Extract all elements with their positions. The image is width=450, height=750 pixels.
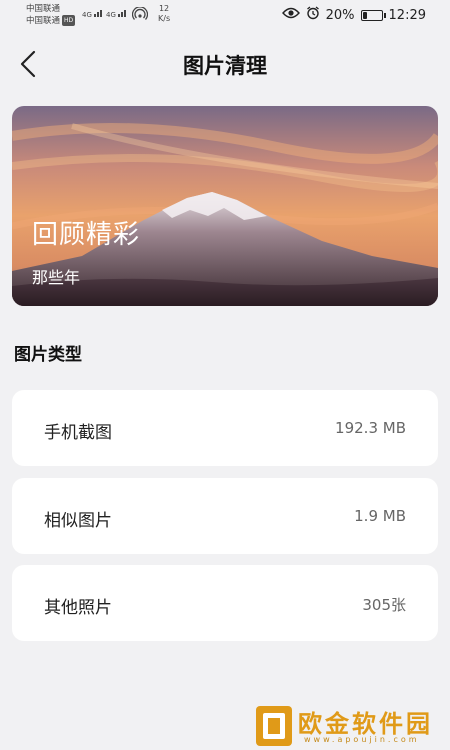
category-label: 其他照片: [44, 598, 112, 618]
alarm-icon: [306, 6, 320, 24]
net-speed-unit: K/s: [158, 14, 171, 23]
eye-icon: [281, 7, 300, 23]
signal-icon: 4G: [106, 8, 128, 19]
net-speed-value: 12: [158, 4, 170, 13]
battery-icon: [360, 9, 386, 21]
carrier-1: 中国联通: [26, 4, 61, 14]
category-other-photos[interactable]: 其他照片 305张: [12, 565, 438, 641]
hd-badge: HD: [62, 15, 76, 26]
category-size: 1.9 MB: [354, 507, 406, 525]
page-title: 图片清理: [183, 54, 267, 78]
watermark-logo-icon: [256, 706, 292, 746]
carrier-2: 中国联通: [26, 16, 61, 26]
net-speed: 12 K/s: [158, 4, 170, 24]
watermark-url: www.apoujin.com: [304, 735, 420, 744]
status-right: 20% 12:29: [281, 6, 426, 24]
time: 12:29: [388, 7, 426, 23]
category-screenshots[interactable]: 手机截图 192.3 MB: [12, 390, 438, 466]
carrier-info: 中国联通 中国联通 HD: [26, 4, 76, 27]
banner-subtitle: 那些年: [32, 268, 81, 287]
category-similar-photos[interactable]: 相似图片 1.9 MB: [12, 478, 438, 554]
category-label: 手机截图: [44, 423, 112, 443]
memories-banner[interactable]: 回顾精彩 那些年: [12, 106, 438, 306]
watermark: 欧金软件园 www.apoujin.com: [252, 702, 450, 750]
signal-1-label: 4G: [82, 11, 92, 19]
battery-level: [362, 11, 367, 19]
category-size: 192.3 MB: [335, 419, 406, 437]
header: 图片清理: [0, 38, 450, 90]
signal-2-label: 4G: [106, 11, 116, 19]
battery-percent: 20%: [325, 7, 355, 23]
watermark-text: 欧金软件园: [298, 710, 433, 738]
status-bar: 中国联通 中国联通 HD 4G 4G 12 K/s 20% 12:29: [0, 0, 450, 34]
category-count: 305张: [362, 596, 406, 614]
signal-icon: 4G: [82, 8, 104, 19]
section-title: 图片类型: [14, 345, 82, 365]
category-label: 相似图片: [44, 511, 112, 531]
hotspot-icon: [131, 6, 149, 23]
banner-title: 回顾精彩: [32, 220, 141, 250]
